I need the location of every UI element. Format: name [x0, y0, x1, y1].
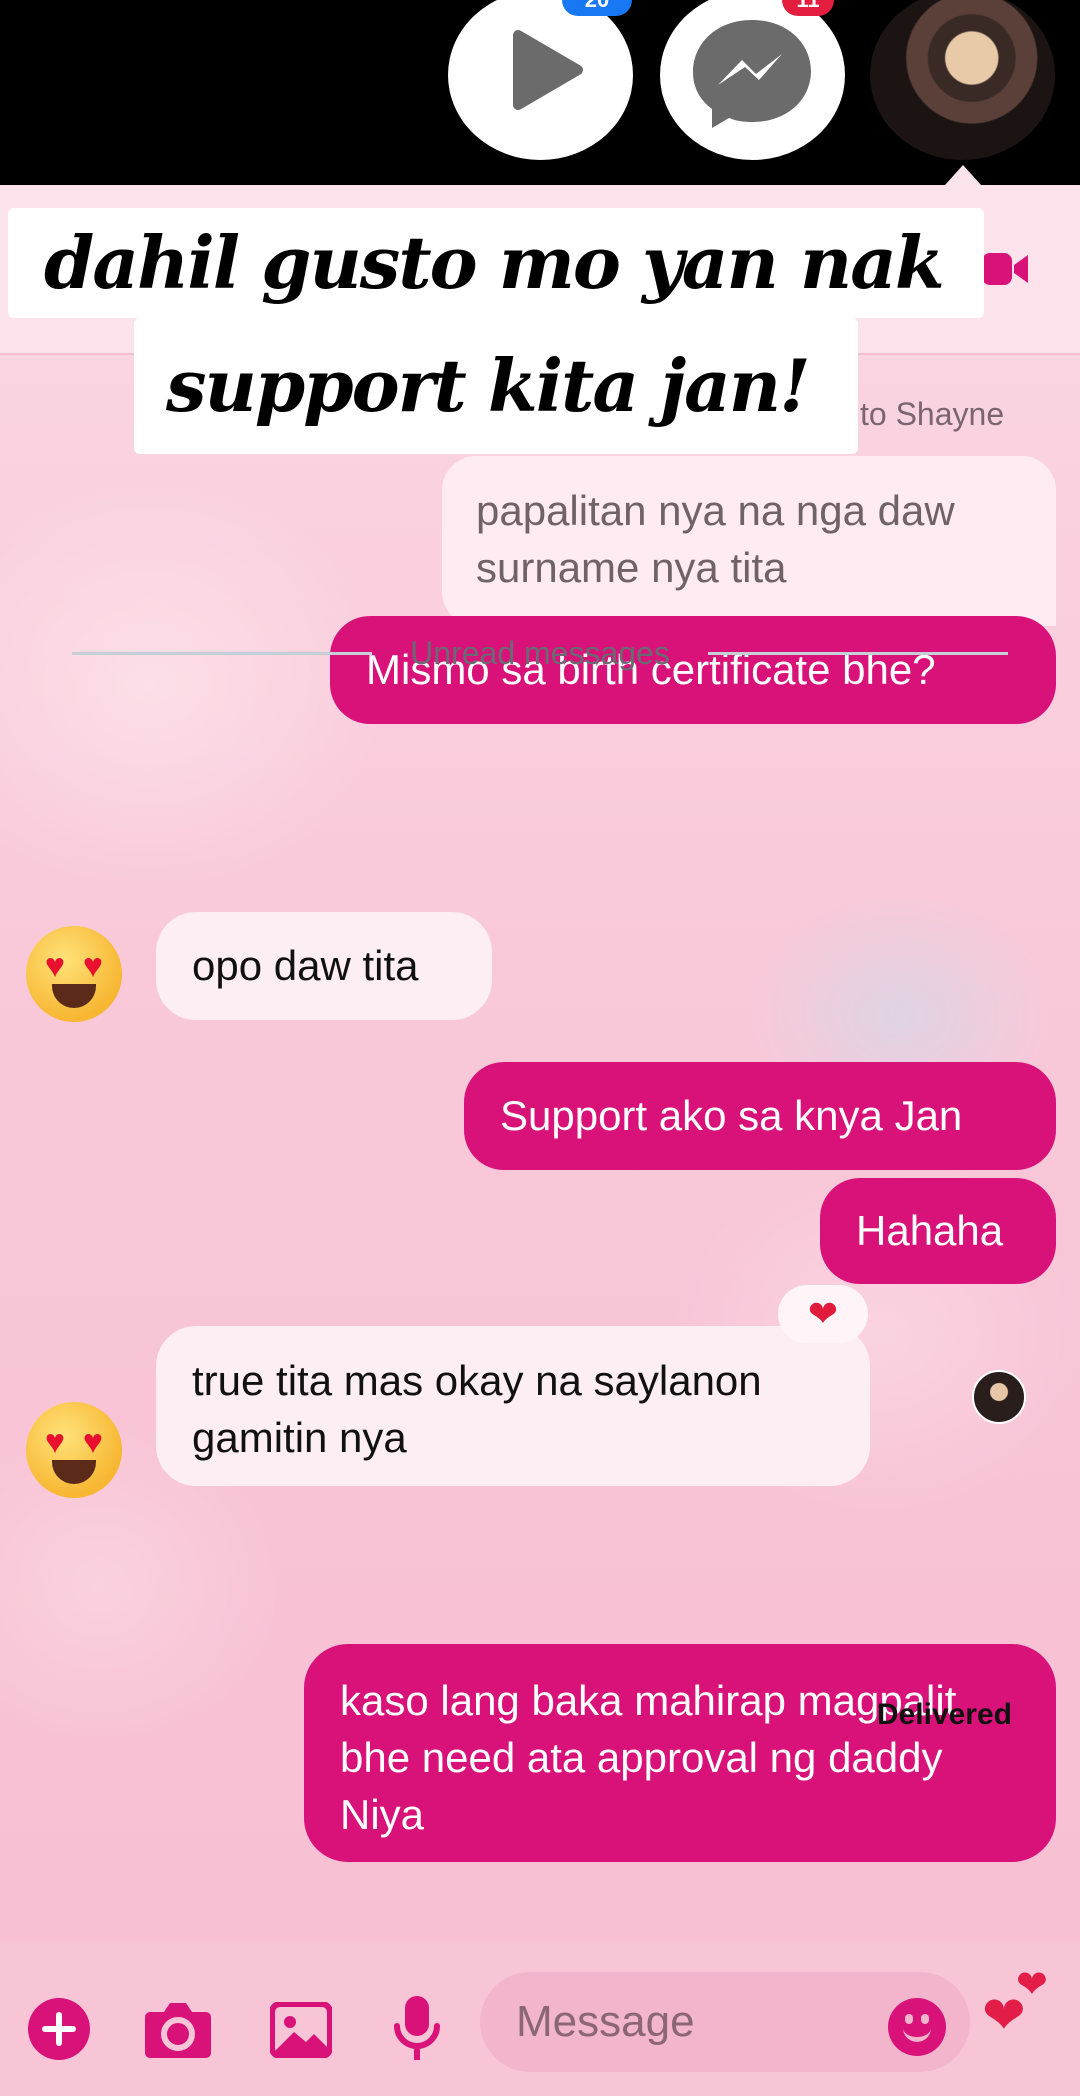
delivery-status: Delivered	[876, 1698, 1012, 1731]
message-bubble-out[interactable]: Hahaha	[820, 1178, 1056, 1284]
gallery-icon[interactable]	[270, 2002, 332, 2058]
add-icon[interactable]	[26, 1996, 92, 2062]
replied-message-preview[interactable]: papalitan nya na nga daw surname nya tit…	[442, 456, 1056, 626]
reply-context-label: to Shayne	[860, 396, 1005, 432]
unread-badge: 11	[782, 0, 834, 16]
video-chat-head[interactable]	[448, 0, 633, 160]
hearts-icon-small: ❤	[1016, 1964, 1048, 2006]
seen-avatar	[972, 1370, 1026, 1424]
message-bubble-in[interactable]: true tita mas okay na saylanon gamitin n…	[156, 1326, 870, 1486]
messenger-chat-head[interactable]	[660, 0, 845, 160]
message-bubble-out[interactable]: Support ako sa knya Jan	[464, 1062, 1056, 1170]
caption-line-1: dahil gusto mo yan nak	[8, 208, 984, 318]
camera-icon[interactable]	[144, 2000, 212, 2058]
video-call-icon[interactable]	[982, 247, 1030, 291]
microphone-icon[interactable]	[392, 1994, 442, 2064]
heart-reaction-icon[interactable]: ❤	[778, 1285, 868, 1343]
emoji-icon[interactable]	[888, 1998, 946, 2056]
caption-line-2: support kita jan!	[134, 318, 858, 454]
contact-avatar-head[interactable]	[870, 0, 1055, 160]
messenger-icon	[693, 20, 811, 128]
message-bubble-out[interactable]: kaso lang baka mahirap magpalit bhe need…	[304, 1644, 1056, 1862]
sender-avatar-heart-eyes-icon: ♥ ♥	[26, 1402, 122, 1498]
chat-heads-bar: 20 11	[0, 0, 1080, 185]
unread-badge: 20	[562, 0, 632, 16]
sender-avatar-heart-eyes-icon: ♥ ♥	[26, 926, 122, 1022]
divider-line-right	[708, 652, 1008, 655]
message-bubble-in[interactable]: opo daw tita	[156, 912, 492, 1020]
play-icon	[513, 30, 583, 110]
active-head-pointer	[945, 165, 981, 185]
